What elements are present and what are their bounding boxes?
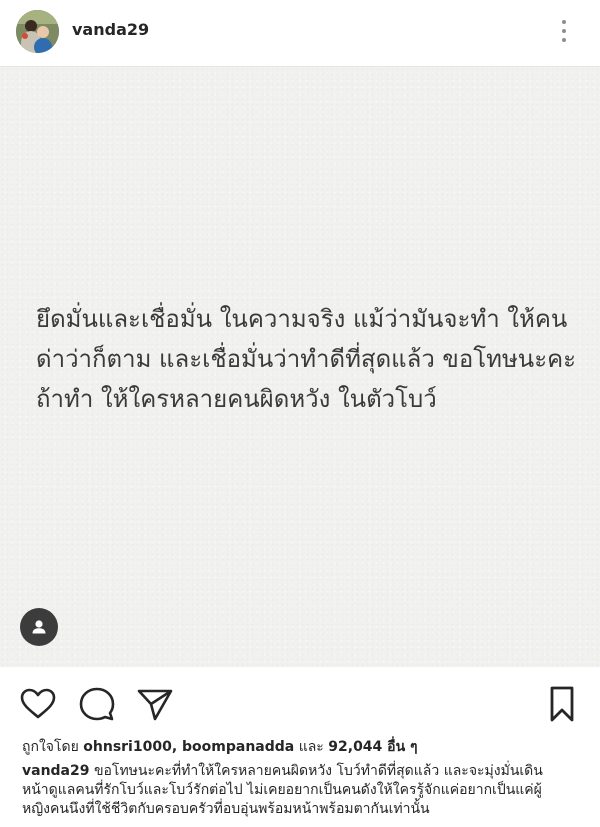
user-tag-icon[interactable] [20,608,58,646]
post-text: ยึดมั่นและเชื่อมั่น ในความจริง แม้ว่ามัน… [36,299,588,419]
person-icon [32,620,46,634]
post-text-line: ด่าว่าก็ตาม และเชื่อมั่นว่าทำดีที่สุดแล้… [36,345,577,373]
caption-line: หญิงคนนึงที่ใช้ชีวิตกับครอบครัวที่อบอุ่น… [22,801,430,817]
post-text-line: ยึดมั่นและเชื่อมั่น ในความจริง แม้ว่ามัน… [36,305,568,333]
dot [562,38,566,42]
post-image[interactable]: ยึดมั่นและเชื่อมั่น ในความจริง แม้ว่ามัน… [0,67,600,667]
share-icon[interactable] [135,684,175,724]
action-bar [0,680,600,728]
profile-avatar[interactable] [16,10,59,53]
caption-line: หน้าดูแลคนที่รักโบว์และโบว์รักต่อไป ไม่เ… [22,782,542,798]
post-header: vanda29 [0,0,600,67]
caption-text: ขอโทษนะคะที่ทำให้ใครหลายคนผิดหวัง โบว์ทำ… [89,763,543,779]
post-text-line: ถ้าทำ ให้ใครหลายคนผิดหวัง ในตัวโบว์ [36,385,437,413]
username[interactable]: vanda29 [72,20,149,39]
likes-count[interactable]: 92,044 อื่น ๆ [328,739,417,755]
heart-icon[interactable] [18,684,58,724]
dot [562,20,566,24]
caption: vanda29 ขอโทษนะคะที่ทำให้ใครหลายคนผิดหวั… [22,762,588,819]
caption-line: vanda29 ขอโทษนะคะที่ทำให้ใครหลายคนผิดหวั… [22,762,588,781]
bookmark-icon[interactable] [542,684,582,724]
dot [562,29,566,33]
profile-photo-icon [16,10,59,53]
likes-conjunction: และ [298,739,324,755]
likes-prefix: ถูกใจโดย [22,739,79,755]
comment-icon[interactable] [77,684,117,724]
caption-username[interactable]: vanda29 [22,763,90,779]
liked-by-users[interactable]: ohnsri1000, boompanadda [83,739,294,755]
likes-summary: ถูกใจโดย ohnsri1000, boompanadda และ 92,… [22,736,418,758]
more-options-icon[interactable] [552,14,576,48]
